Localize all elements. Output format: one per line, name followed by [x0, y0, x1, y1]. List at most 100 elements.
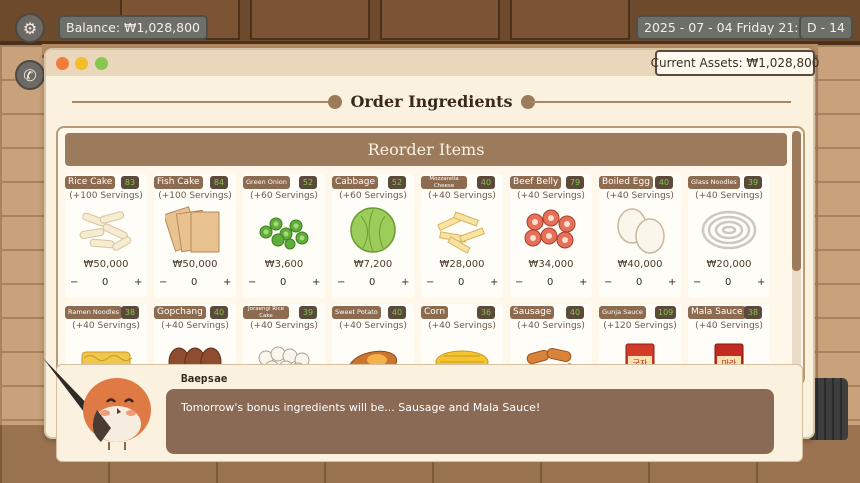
phone-button[interactable]: ✆: [15, 60, 45, 90]
dialogue-text[interactable]: Tomorrow's bonus ingredients will be... …: [166, 389, 774, 454]
quantity-value[interactable]: 0: [191, 277, 197, 288]
ingredient-name: Green Onion: [243, 176, 290, 189]
increase-quantity-button[interactable]: +: [401, 277, 409, 288]
scrollbar[interactable]: [792, 131, 801, 381]
settings-button[interactable]: ⚙: [15, 13, 45, 43]
decrease-quantity-button[interactable]: −: [426, 277, 434, 288]
price-label: ₩40,000: [617, 259, 663, 270]
ingredient-name: Mozzarella Cheese: [421, 176, 467, 189]
decrease-quantity-button[interactable]: −: [515, 277, 523, 288]
ingredient-name: Joraengi Rice Cake: [243, 306, 289, 319]
price-label: ₩50,000: [172, 259, 218, 270]
servings-label: (+40 Servings): [695, 191, 763, 201]
increase-quantity-button[interactable]: +: [134, 277, 142, 288]
decrease-quantity-button[interactable]: −: [70, 277, 78, 288]
quantity-stepper: − 0 +: [157, 277, 233, 291]
decrease-quantity-button[interactable]: −: [248, 277, 256, 288]
price-label: ₩34,000: [528, 259, 574, 270]
price-label: ₩50,000: [83, 259, 129, 270]
servings-label: (+100 Servings): [69, 191, 143, 201]
ingredient-card: Rice Cake 83 (+100 Servings) ₩50,000− 0 +: [65, 174, 147, 298]
quantity-stepper: − 0 +: [68, 277, 144, 291]
servings-label: (+120 Servings): [603, 321, 677, 331]
ingredient-name: Rice Cake: [65, 176, 116, 189]
servings-label: (+40 Servings): [695, 321, 763, 331]
quantity-value[interactable]: 0: [636, 277, 642, 288]
minimize-window-button[interactable]: [75, 57, 88, 70]
decrease-quantity-button[interactable]: −: [337, 277, 345, 288]
stock-badge: 83: [121, 176, 139, 189]
green-onion-icon: [259, 217, 309, 250]
increase-quantity-button[interactable]: +: [223, 277, 231, 288]
ingredient-card: Cabbage 52 (+60 Servings) ₩7,200− 0 +: [332, 174, 414, 298]
title-row: Order Ingredients: [72, 90, 791, 114]
rice-cake-icon: [79, 211, 132, 251]
gear-icon: ⚙: [22, 18, 38, 38]
servings-label: (+40 Servings): [339, 321, 407, 331]
stock-badge: 52: [388, 176, 406, 189]
stock-badge: 38: [744, 306, 762, 319]
quantity-value[interactable]: 0: [369, 277, 375, 288]
ingredient-name: Beef Belly: [510, 176, 562, 189]
servings-label: (+40 Servings): [606, 191, 674, 201]
maximize-window-button[interactable]: [95, 57, 108, 70]
quantity-value[interactable]: 0: [280, 277, 286, 288]
price-label: ₩20,000: [706, 259, 752, 270]
reorder-items-header: Reorder Items: [65, 133, 787, 166]
quantity-stepper: − 0 +: [602, 277, 678, 291]
ingredient-name: Sausage: [510, 306, 555, 319]
ingredient-card: Beef Belly 79 (+40 Servings) ₩34,000− 0 +: [510, 174, 592, 298]
increase-quantity-button[interactable]: +: [757, 277, 765, 288]
reorder-panel: Reorder Items Rice Cake 83 (+100 Servings)…: [56, 126, 805, 386]
servings-label: (+100 Servings): [158, 191, 232, 201]
balance-display: Balance: ₩1,028,800: [58, 15, 209, 40]
increase-quantity-button[interactable]: +: [490, 277, 498, 288]
servings-label: (+40 Servings): [517, 191, 585, 201]
ingredient-card: Fish Cake 84 (+100 Servings) ₩50,000− 0 +: [154, 174, 236, 298]
quantity-stepper: − 0 +: [246, 277, 322, 291]
noodles-icon: [701, 210, 757, 250]
cabbage-icon: [350, 207, 396, 253]
baepsae-bird-icon: [43, 358, 151, 450]
quantity-stepper: − 0 +: [335, 277, 411, 291]
quantity-value[interactable]: 0: [102, 277, 108, 288]
stock-badge: 52: [299, 176, 317, 189]
ingredient-name: Boiled Egg: [599, 176, 653, 189]
ingredient-card: Glass Noodles 39 (+40 Servings) ₩20,000− 0 +: [688, 174, 770, 298]
beef-belly-icon: [524, 209, 576, 249]
stock-badge: 39: [744, 176, 762, 189]
quantity-value[interactable]: 0: [725, 277, 731, 288]
ingredient-name: Ramen Noodles: [65, 306, 123, 319]
price-label: ₩3,600: [264, 259, 304, 270]
quantity-value[interactable]: 0: [547, 277, 553, 288]
ingredient-name: Glass Noodles: [688, 176, 740, 189]
stock-badge: 109: [655, 306, 677, 319]
date-time-display: 2025 - 07 - 04 Friday 21:02: [636, 15, 823, 40]
price-label: ₩7,200: [353, 259, 393, 270]
egg-icon: [617, 208, 665, 254]
title-divider-right: [530, 101, 791, 103]
increase-quantity-button[interactable]: +: [579, 277, 587, 288]
ingredient-card: Green Onion 52 (+60 Servings) ₩3,600− 0 +: [243, 174, 325, 298]
stock-badge: 40: [566, 306, 584, 319]
decrease-quantity-button[interactable]: −: [159, 277, 167, 288]
scrollbar-thumb[interactable]: [792, 131, 801, 271]
servings-label: (+60 Servings): [339, 191, 407, 201]
close-window-button[interactable]: [56, 57, 69, 70]
dialogue-speaker: Baepsae: [181, 372, 228, 385]
quantity-value[interactable]: 0: [458, 277, 464, 288]
ingredient-name: Gopchang: [154, 306, 206, 319]
servings-label: (+40 Servings): [428, 321, 496, 331]
decrease-quantity-button[interactable]: −: [604, 277, 612, 288]
stock-badge: 40: [210, 306, 228, 319]
ingredient-name: Mala Sauce: [688, 306, 746, 319]
decrease-quantity-button[interactable]: −: [693, 277, 701, 288]
increase-quantity-button[interactable]: +: [312, 277, 320, 288]
increase-quantity-button[interactable]: +: [668, 277, 676, 288]
ingredient-name: Gunja Sauce: [599, 306, 646, 319]
servings-label: (+40 Servings): [72, 321, 140, 331]
stock-badge: 84: [210, 176, 228, 189]
stock-badge: 39: [299, 306, 317, 319]
servings-label: (+60 Servings): [250, 191, 318, 201]
servings-label: (+40 Servings): [250, 321, 318, 331]
